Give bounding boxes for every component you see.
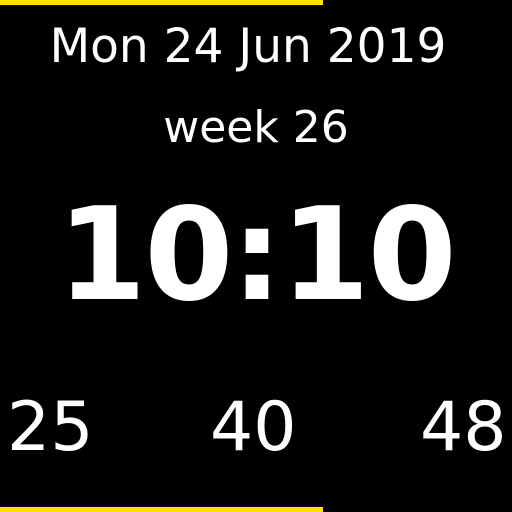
watch-face: Mon 24 Jun 2019 week 26 10:10 25 40 48	[0, 0, 512, 512]
date-label: Mon 24 Jun 2019	[49, 19, 447, 74]
complication-center: 40	[210, 388, 297, 467]
complication-right: 48	[420, 388, 507, 467]
week-number-label: week 26	[163, 102, 349, 153]
top-accent-bar	[0, 0, 323, 5]
complication-left: 25	[7, 388, 94, 467]
time-display: 10:10	[57, 181, 456, 330]
bottom-accent-bar	[0, 507, 323, 512]
